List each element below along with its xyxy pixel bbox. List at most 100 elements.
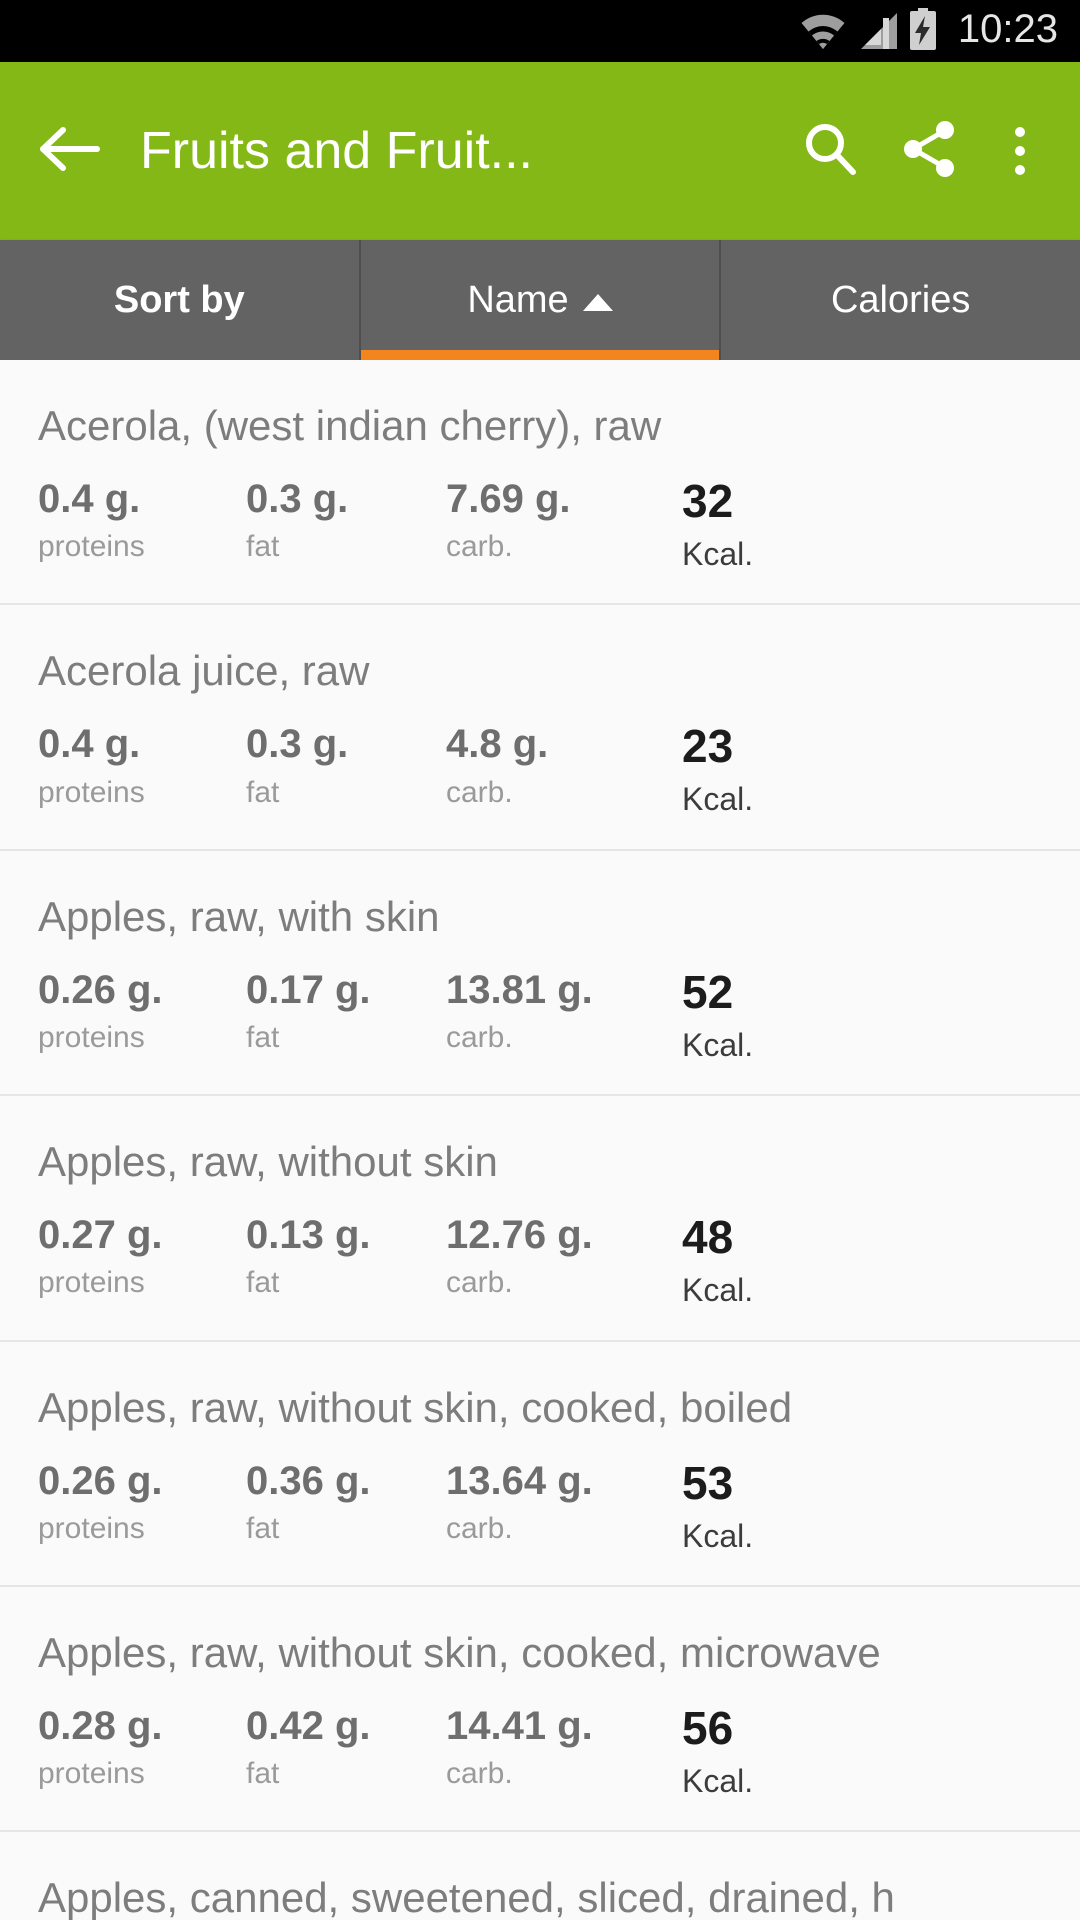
protein-value: 0.26 g. bbox=[38, 967, 163, 1012]
fat-label: fat bbox=[246, 530, 280, 564]
fat-label: fat bbox=[246, 1021, 280, 1055]
protein-value: 0.26 g. bbox=[38, 1458, 163, 1503]
food-name: Apples, raw, with skin bbox=[38, 892, 440, 940]
tab-name[interactable]: Name bbox=[358, 240, 720, 360]
calories-cell: 32 Kcal. bbox=[682, 478, 753, 573]
nutrition-row: 0.26 g. proteins 0.36 g. fat 13.64 g. ca… bbox=[38, 1456, 1044, 1555]
calories-value: 52 bbox=[682, 965, 734, 1018]
tab-sort-by[interactable]: Sort by bbox=[0, 240, 359, 360]
fat-value: 0.13 g. bbox=[246, 1213, 371, 1258]
protein-label: proteins bbox=[38, 1021, 145, 1055]
list-item[interactable]: Apples, raw, without skin, cooked, boile… bbox=[0, 1342, 1080, 1587]
wifi-icon bbox=[800, 12, 846, 55]
list-item[interactable]: Acerola, (west indian cherry), raw 0.4 g… bbox=[0, 360, 1080, 606]
search-icon bbox=[801, 120, 859, 183]
battery-charging-icon bbox=[908, 7, 938, 55]
fat-value: 0.3 g. bbox=[246, 722, 349, 767]
carb-value: 4.8 g. bbox=[446, 722, 549, 767]
food-name: Apples, raw, without skin, cooked, boile… bbox=[38, 1383, 793, 1431]
protein-cell: 0.28 g. proteins bbox=[38, 1704, 246, 1792]
carb-cell: 13.81 g. carb. bbox=[446, 967, 652, 1056]
carb-cell: 13.64 g. carb. bbox=[446, 1458, 652, 1547]
status-bar: 10:23 bbox=[0, 0, 1080, 62]
protein-cell: 0.26 g. proteins bbox=[38, 967, 246, 1056]
protein-value: 0.4 g. bbox=[38, 477, 141, 522]
list-item[interactable]: Apples, raw, without skin 0.27 g. protei… bbox=[0, 1096, 1080, 1342]
food-list[interactable]: Acerola, (west indian cherry), raw 0.4 g… bbox=[0, 360, 1080, 1920]
protein-value: 0.4 g. bbox=[38, 722, 141, 767]
list-item[interactable]: Acerola juice, raw 0.4 g. proteins 0.3 g… bbox=[0, 605, 1080, 851]
list-item[interactable]: Apples, canned, sweetened, sliced, drain… bbox=[0, 1832, 1080, 1920]
protein-label: proteins bbox=[38, 1511, 145, 1545]
calories-cell: 52 Kcal. bbox=[682, 965, 753, 1064]
fat-value: 0.3 g. bbox=[246, 477, 349, 522]
calories-cell: 23 Kcal. bbox=[682, 723, 753, 818]
protein-label: proteins bbox=[38, 1757, 145, 1791]
calories-label: Kcal. bbox=[682, 536, 754, 572]
calories-cell: 56 Kcal. bbox=[682, 1705, 753, 1800]
tab-name-label: Name bbox=[467, 278, 569, 321]
protein-label: proteins bbox=[38, 530, 145, 564]
calories-value: 32 bbox=[682, 475, 734, 528]
page-title: Fruits and Fruit... bbox=[140, 122, 533, 180]
app-bar: Fruits and Fruit... bbox=[0, 62, 1080, 240]
protein-label: proteins bbox=[38, 1266, 145, 1300]
carb-label: carb. bbox=[446, 1511, 513, 1545]
tab-sort-by-label: Sort by bbox=[113, 278, 245, 321]
cellular-signal-icon bbox=[855, 12, 899, 55]
fat-cell: 0.13 g. fat bbox=[246, 1214, 446, 1301]
carb-value: 13.81 g. bbox=[446, 967, 593, 1012]
carb-cell: 14.41 g. carb. bbox=[446, 1704, 652, 1792]
protein-value: 0.27 g. bbox=[38, 1213, 163, 1258]
nutrition-row: 0.4 g. proteins 0.3 g. fat 7.69 g. carb.… bbox=[38, 477, 1044, 573]
calories-value: 23 bbox=[682, 720, 734, 773]
list-item[interactable]: Apples, raw, with skin 0.26 g. proteins … bbox=[0, 851, 1080, 1097]
carb-label: carb. bbox=[446, 1266, 513, 1300]
fat-value: 0.17 g. bbox=[246, 967, 371, 1012]
carb-value: 7.69 g. bbox=[446, 477, 571, 522]
calories-cell: 53 Kcal. bbox=[682, 1456, 753, 1555]
list-item[interactable]: Apples, raw, without skin, cooked, micro… bbox=[0, 1587, 1080, 1833]
search-button[interactable] bbox=[788, 109, 872, 193]
nutrition-row: 0.26 g. proteins 0.17 g. fat 13.81 g. ca… bbox=[38, 965, 1044, 1064]
nutrition-row: 0.27 g. proteins 0.13 g. fat 12.76 g. ca… bbox=[38, 1214, 1044, 1309]
food-name: Acerola, (west indian cherry), raw bbox=[38, 402, 662, 449]
carb-cell: 12.76 g. carb. bbox=[446, 1214, 652, 1301]
share-icon bbox=[901, 120, 959, 183]
carb-value: 14.41 g. bbox=[446, 1704, 593, 1749]
calories-cell: 48 Kcal. bbox=[682, 1214, 753, 1309]
back-button[interactable] bbox=[28, 109, 112, 193]
fat-cell: 0.17 g. fat bbox=[246, 967, 446, 1056]
calories-value: 53 bbox=[682, 1456, 734, 1509]
carb-label: carb. bbox=[446, 530, 513, 564]
fat-value: 0.36 g. bbox=[246, 1458, 371, 1503]
calories-label: Kcal. bbox=[682, 1272, 754, 1309]
protein-label: proteins bbox=[38, 775, 145, 809]
protein-cell: 0.26 g. proteins bbox=[38, 1458, 246, 1547]
fat-label: fat bbox=[246, 775, 280, 809]
fat-label: fat bbox=[246, 1266, 280, 1300]
status-bar-icons bbox=[800, 7, 938, 55]
calories-label: Kcal. bbox=[682, 781, 754, 818]
share-button[interactable] bbox=[888, 109, 972, 193]
calories-value: 56 bbox=[682, 1702, 734, 1755]
overflow-menu-icon bbox=[1015, 127, 1025, 175]
carb-value: 13.64 g. bbox=[446, 1458, 593, 1503]
calories-value: 48 bbox=[682, 1211, 734, 1264]
carb-label: carb. bbox=[446, 1021, 513, 1055]
sort-ascending-icon bbox=[582, 293, 613, 311]
fat-label: fat bbox=[246, 1511, 280, 1545]
overflow-menu-button[interactable] bbox=[992, 109, 1048, 193]
carb-value: 12.76 g. bbox=[446, 1213, 593, 1258]
back-arrow-icon bbox=[39, 124, 101, 179]
status-bar-clock: 10:23 bbox=[957, 7, 1058, 51]
tab-calories[interactable]: Calories bbox=[719, 240, 1080, 360]
fat-label: fat bbox=[246, 1757, 280, 1791]
carb-cell: 4.8 g. carb. bbox=[446, 723, 652, 810]
carb-cell: 7.69 g. carb. bbox=[446, 477, 652, 565]
fat-cell: 0.3 g. fat bbox=[246, 477, 446, 565]
protein-cell: 0.4 g. proteins bbox=[38, 477, 246, 565]
carb-label: carb. bbox=[446, 775, 513, 809]
sort-tab-bar: Sort by Name Calories bbox=[0, 240, 1080, 360]
tab-calories-label: Calories bbox=[830, 278, 971, 321]
